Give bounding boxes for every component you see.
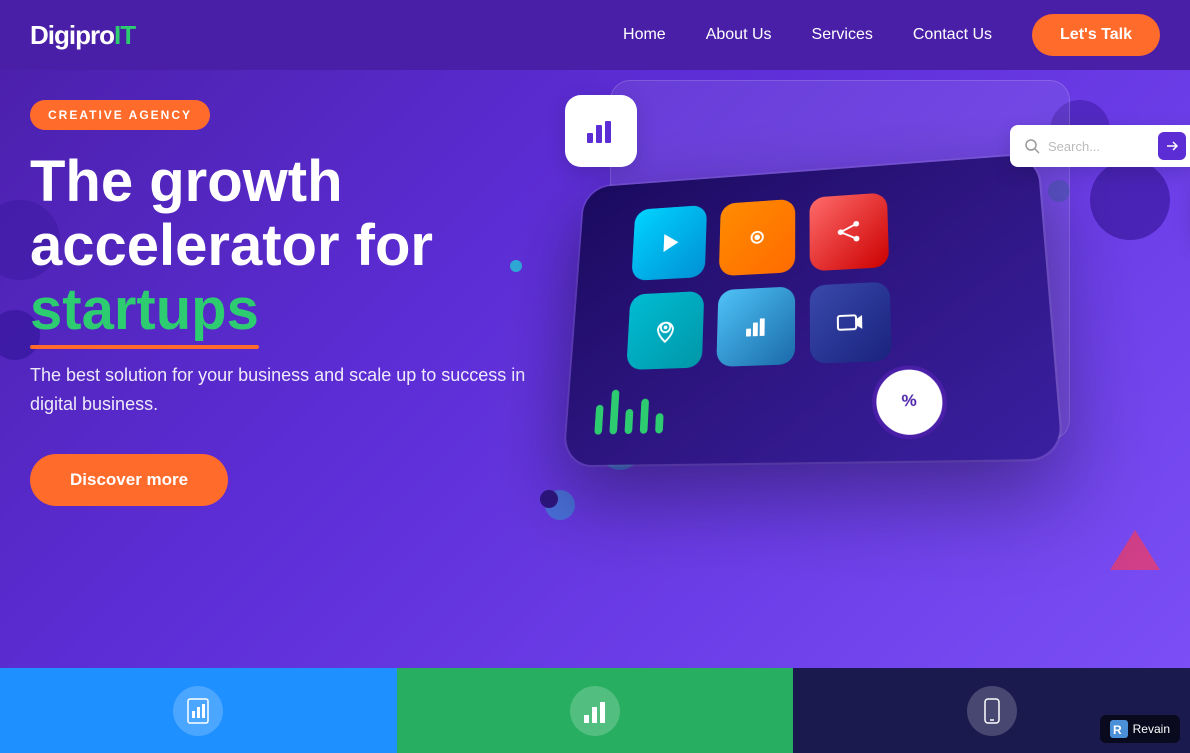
hero-section: CREATIVE AGENCY The growth accelerator f… — [0, 0, 1190, 670]
mobile-icon — [978, 697, 1006, 725]
percent-indicator: % — [871, 364, 948, 439]
bar-icon — [581, 697, 609, 725]
hero-content: CREATIVE AGENCY The growth accelerator f… — [30, 100, 550, 506]
app-icon-share — [809, 192, 889, 271]
search-arrow-icon — [1165, 139, 1179, 153]
app-icon-play — [631, 205, 707, 281]
svg-text:R: R — [1113, 723, 1122, 737]
hero-title: The growth accelerator for startups — [30, 150, 550, 341]
bar-chart-float-card — [565, 95, 637, 167]
bottom-card-chart-icon — [570, 686, 620, 736]
revain-badge: R Revain — [1100, 715, 1180, 743]
document-chart-icon — [184, 697, 212, 725]
revain-label: Revain — [1133, 722, 1170, 736]
chart-bars — [594, 388, 664, 434]
hero-illustration: % Search... — [530, 80, 1190, 640]
bottom-card-analytics-icon — [173, 686, 223, 736]
bar-5 — [655, 413, 664, 433]
bottom-card-chart — [397, 668, 794, 753]
search-icon — [1024, 138, 1040, 154]
hero-accent-word: startups — [30, 278, 259, 342]
revain-logo-icon: R — [1110, 720, 1128, 738]
search-float-card: Search... — [1010, 125, 1190, 167]
app-icon-location — [626, 291, 704, 370]
app-icon-video — [810, 281, 892, 363]
app-icon-chart — [716, 286, 795, 367]
bottom-card-analytics — [0, 668, 397, 753]
app-icons-grid — [626, 192, 892, 370]
lets-talk-button[interactable]: Let's Talk — [1032, 14, 1160, 56]
bar-2 — [609, 390, 619, 435]
nav-services[interactable]: Services — [812, 26, 873, 44]
bar-4 — [640, 399, 649, 434]
logo[interactable]: DigiproIT — [30, 20, 135, 51]
hero-subtitle: The best solution for your business and … — [30, 361, 550, 419]
bottom-card-mobile-icon — [967, 686, 1017, 736]
search-submit[interactable] — [1158, 132, 1186, 160]
search-placeholder: Search... — [1048, 139, 1100, 154]
logo-text: Digipro — [30, 20, 114, 50]
nav-home[interactable]: Home — [623, 26, 666, 44]
hero-badge: CREATIVE AGENCY — [30, 100, 210, 130]
bar-chart-icon — [583, 113, 619, 149]
nav-about[interactable]: About Us — [706, 26, 772, 44]
nav-contact[interactable]: Contact Us — [913, 26, 992, 44]
phone-device: % — [564, 154, 1062, 465]
navbar: DigiproIT Home About Us Services Contact… — [0, 0, 1190, 70]
app-icon-settings — [719, 199, 795, 276]
discover-more-button[interactable]: Discover more — [30, 454, 228, 506]
nav-links: Home About Us Services Contact Us Let's … — [623, 14, 1160, 56]
bottom-cards-section — [0, 668, 1190, 753]
logo-accent: IT — [114, 20, 135, 50]
bar-1 — [594, 405, 603, 435]
bar-3 — [624, 409, 633, 434]
